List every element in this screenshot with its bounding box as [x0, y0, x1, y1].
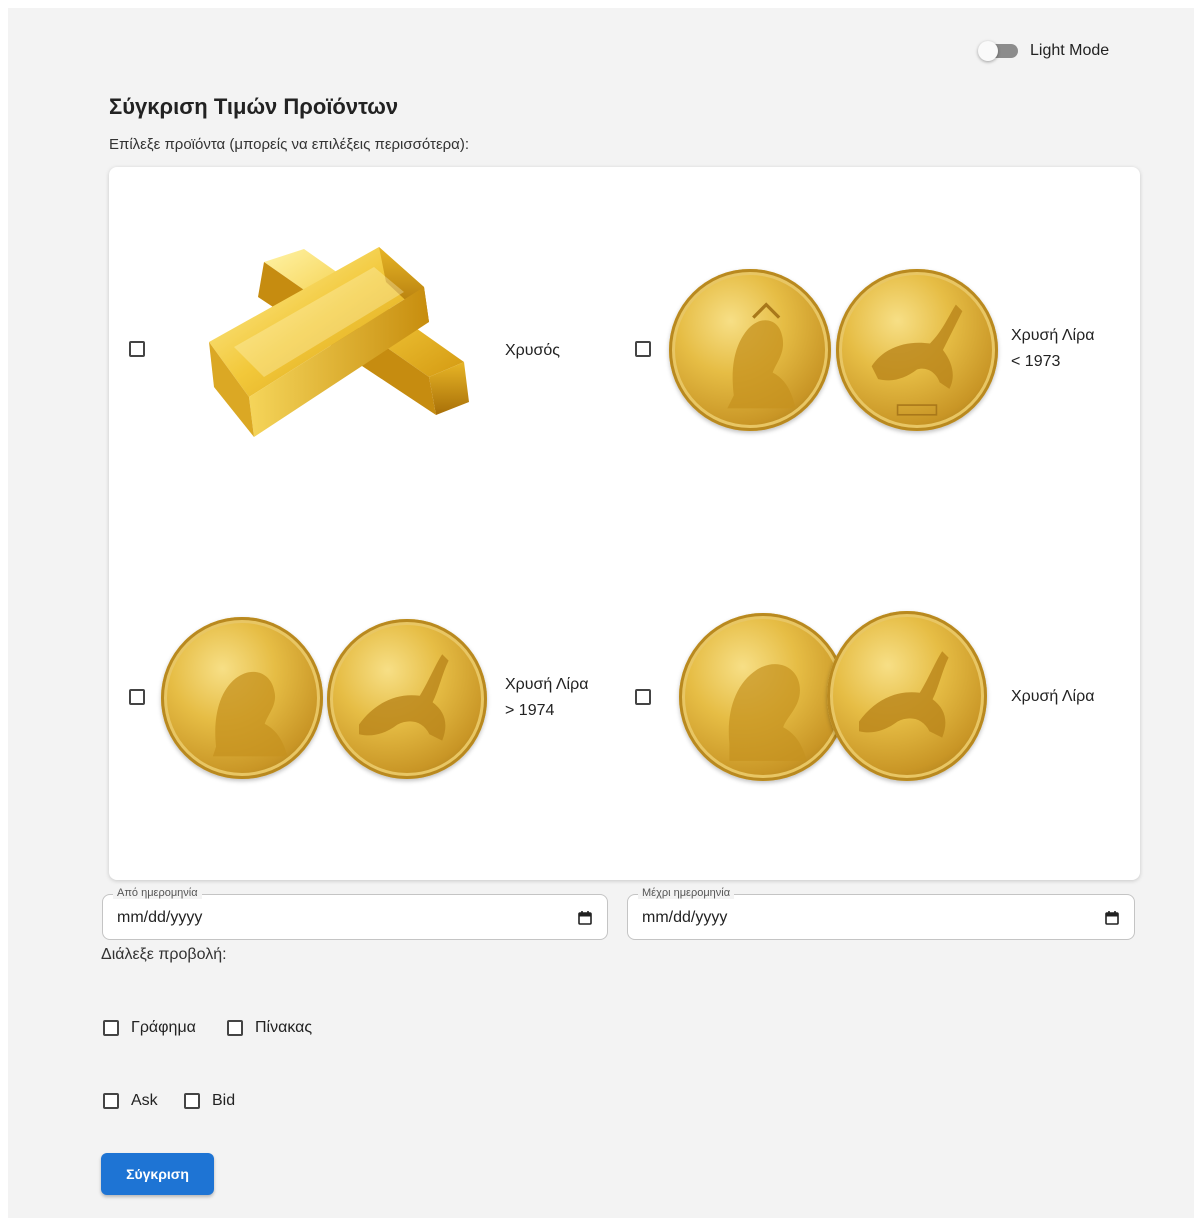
- product-sovereign-post-1974-label: Χρυσή Λίρα > 1974: [505, 672, 588, 724]
- coin-obverse-elizabeth: [161, 617, 323, 779]
- product-sovereign-label-wrap: Χρυσή Λίρα: [1011, 684, 1094, 710]
- from-date-legend: Από ημερομηνία: [113, 887, 202, 899]
- coin-reverse-st-george-1974: [327, 619, 487, 779]
- calendar-icon[interactable]: [577, 910, 593, 926]
- product-gold-label-wrap: Χρυσός: [505, 338, 560, 364]
- option-table-checkbox[interactable]: [227, 1020, 243, 1036]
- product-sovereign-pre-1973[interactable]: [635, 341, 651, 357]
- product-sovereign-pre-1973-label: Χρυσή Λίρα < 1973: [1011, 323, 1094, 375]
- product-sovereign-post-1974[interactable]: [129, 689, 145, 705]
- calendar-icon[interactable]: [1104, 910, 1120, 926]
- product-sovereign[interactable]: [635, 689, 651, 705]
- coin-obverse-isle-of-man: [669, 269, 831, 431]
- product-sovereign-post-1974-checkbox[interactable]: [129, 689, 145, 705]
- option-bid[interactable]: Bid: [184, 1092, 235, 1110]
- coin-reverse-1973: [836, 269, 998, 431]
- page-title: Σύγκριση Τιμών Προϊόντων: [109, 94, 399, 119]
- label-line-1: Χρυσή Λίρα: [505, 676, 589, 693]
- product-gold[interactable]: [129, 341, 145, 357]
- option-bid-label: Bid: [212, 1092, 236, 1109]
- product-gold-checkbox[interactable]: [129, 341, 145, 357]
- page: Light Mode Σύγκριση Τιμών Προϊόντων Επίλ…: [8, 8, 1194, 1218]
- coin-obverse-victoria: [679, 613, 847, 781]
- option-bid-checkbox[interactable]: [184, 1093, 200, 1109]
- product-sovereign-checkbox[interactable]: [635, 689, 651, 705]
- theme-toggle[interactable]: Light Mode: [978, 41, 1110, 61]
- to-date-field[interactable]: Μέχρι ημερομηνία mm/dd/yyyy: [627, 887, 1135, 940]
- option-chart-label: Γράφημα: [131, 1019, 196, 1036]
- label-line-1: Χρυσή Λίρα: [1011, 327, 1095, 344]
- to-date-legend: Μέχρι ημερομηνία: [638, 887, 735, 899]
- label-line-2: > 1974: [505, 702, 555, 719]
- gold-bars-image: [209, 247, 469, 437]
- label-line-2: < 1973: [1011, 353, 1061, 370]
- theme-label: Light Mode: [1030, 42, 1110, 59]
- option-table[interactable]: Πίνακας: [227, 1019, 312, 1037]
- products-card: Χρυσός Χρυσή Λίρα < 1973 Χρυσή Λίρα > 19…: [109, 167, 1140, 880]
- switch-thumb: [978, 41, 998, 61]
- coin-reverse-st-george-1879: [827, 611, 987, 781]
- from-date-value[interactable]: mm/dd/yyyy: [117, 909, 202, 927]
- option-chart[interactable]: Γράφημα: [103, 1019, 196, 1037]
- option-ask[interactable]: Ask: [103, 1092, 158, 1110]
- option-ask-label: Ask: [131, 1092, 158, 1109]
- option-ask-checkbox[interactable]: [103, 1093, 119, 1109]
- option-table-label: Πίνακας: [255, 1019, 313, 1036]
- product-sovereign-label: Χρυσή Λίρα: [1011, 688, 1095, 705]
- page-subtitle: Επίλεξε προϊόντα (μπορείς να επιλέξεις π…: [109, 136, 470, 153]
- theme-switch[interactable]: [978, 41, 1018, 61]
- option-chart-checkbox[interactable]: [103, 1020, 119, 1036]
- to-date-value[interactable]: mm/dd/yyyy: [642, 909, 727, 927]
- view-label: Διάλεξε προβολή:: [101, 946, 227, 963]
- compare-button[interactable]: Σύγκριση: [101, 1153, 214, 1195]
- product-sovereign-pre-1973-checkbox[interactable]: [635, 341, 651, 357]
- product-gold-label: Χρυσός: [505, 342, 561, 359]
- from-date-field[interactable]: Από ημερομηνία mm/dd/yyyy: [102, 887, 608, 940]
